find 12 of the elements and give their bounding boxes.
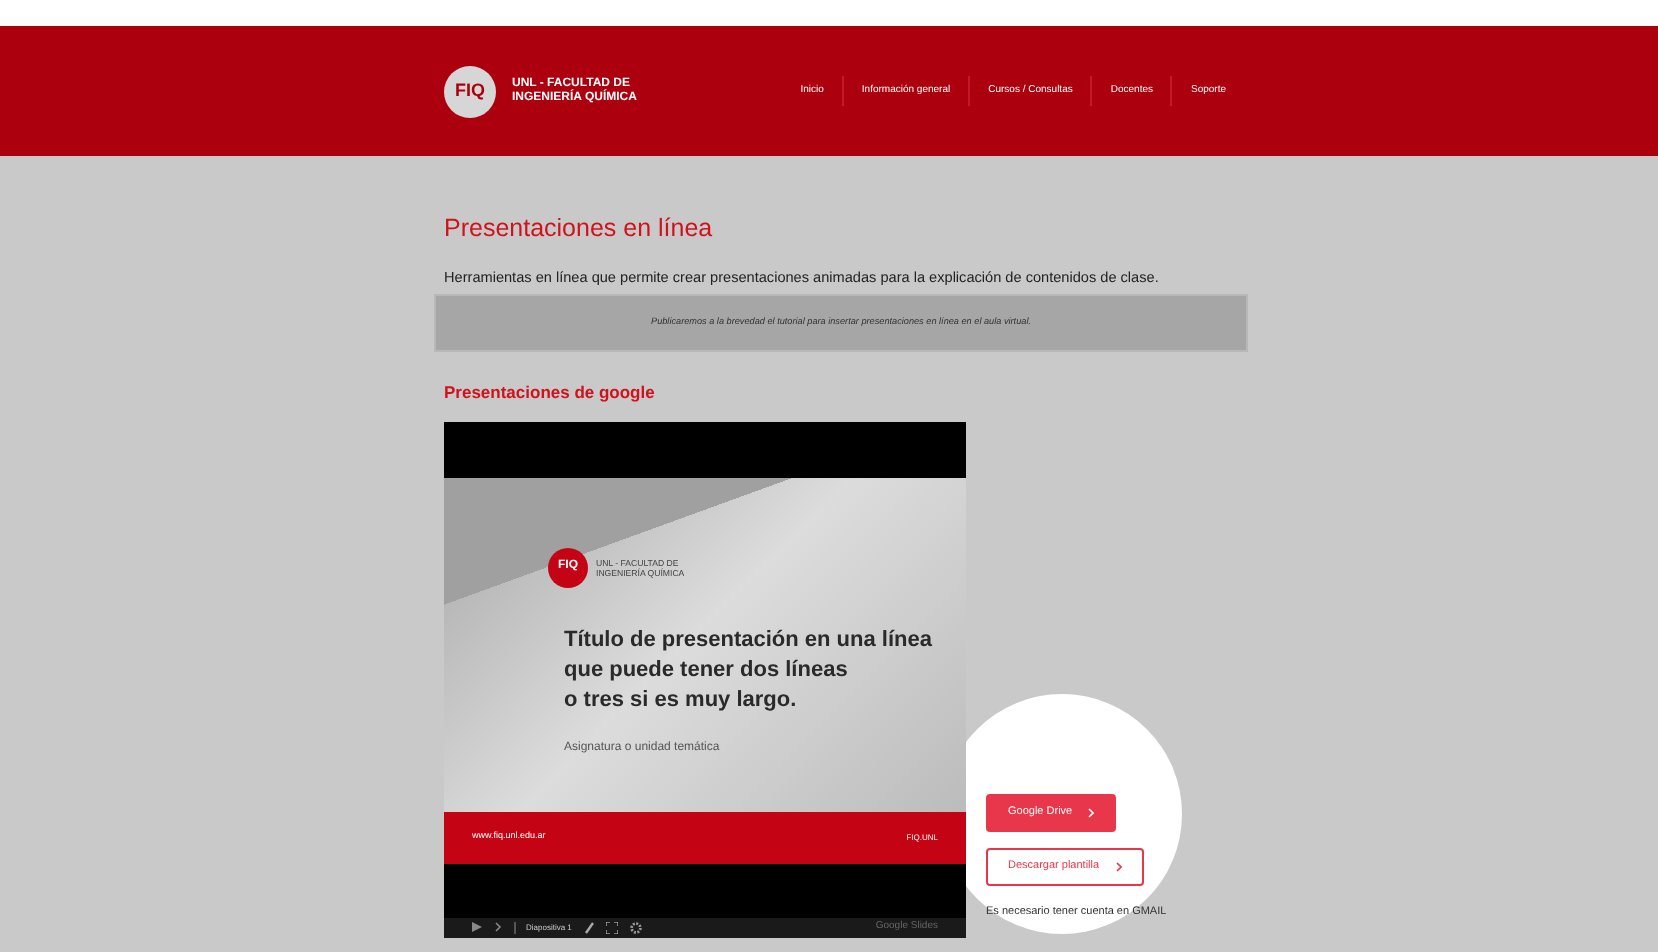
chevron-right-icon (1088, 807, 1095, 818)
section-title: Presentaciones de google (444, 379, 657, 406)
slide-embed[interactable] (444, 421, 966, 938)
settings-icon[interactable] (629, 921, 642, 934)
logo-badge[interactable]: FIQ (444, 65, 496, 117)
chevron-right-icon (1115, 861, 1122, 872)
page-title: Presentaciones en línea (444, 212, 715, 244)
fullscreen-icon[interactable] (605, 921, 618, 934)
play-icon[interactable] (472, 922, 482, 933)
next-icon[interactable] (494, 922, 502, 933)
slide-title: Título de presentación en una línea que puede tener dos líneas o tres si es muy largo. (564, 625, 932, 716)
pencil-icon[interactable] (583, 921, 594, 934)
